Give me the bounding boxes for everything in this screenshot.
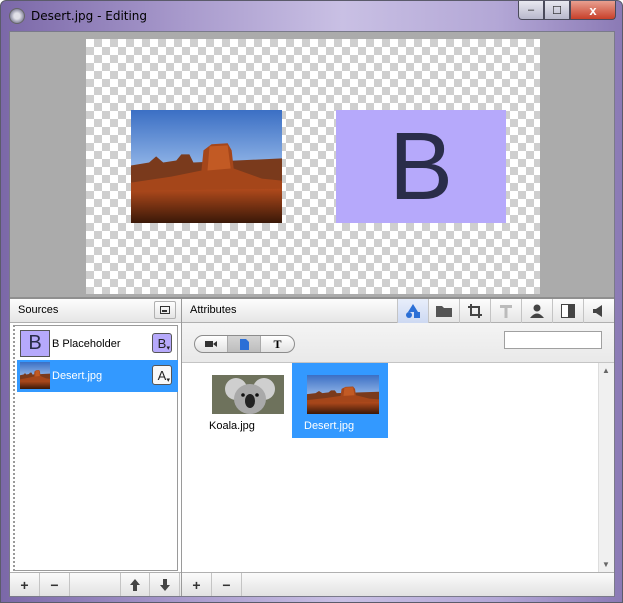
- window-title: Desert.jpg - Editing: [31, 9, 148, 23]
- scroll-up-icon[interactable]: ▲: [602, 366, 610, 375]
- media-tile-desert[interactable]: Desert.jpg: [292, 363, 388, 438]
- person-icon: [530, 304, 544, 318]
- sources-panel: Sources B B Placeholder B ▾ Desert.jpg A ▾…: [10, 299, 182, 596]
- attributes-panel: Attributes T Koala.jpg Desert.jpg ▲ ▼ + …: [182, 299, 614, 596]
- b-placeholder-layer[interactable]: B: [336, 110, 506, 223]
- app-icon[interactable]: [9, 8, 25, 24]
- panel-icon: [561, 304, 575, 318]
- attributes-toolbar: T: [182, 323, 614, 363]
- badge-letter: B: [157, 335, 167, 351]
- crop-icon: [468, 304, 482, 318]
- sources-bottom-bar: + −: [10, 572, 181, 596]
- scroll-down-icon[interactable]: ▼: [602, 560, 610, 569]
- text-icon: [500, 304, 512, 318]
- desert-layer[interactable]: [131, 110, 282, 223]
- source-type-dropdown[interactable]: B ▾: [152, 333, 172, 353]
- preview-canvas[interactable]: B: [86, 39, 540, 294]
- b-placeholder-thumb: B: [20, 330, 50, 357]
- source-item-label: B Placeholder: [52, 338, 121, 350]
- filter-video-button[interactable]: [195, 336, 228, 352]
- move-up-button[interactable]: [120, 573, 150, 596]
- media-tile-label: Koala.jpg: [209, 420, 255, 432]
- shapes-icon: [406, 304, 420, 318]
- tab-audio[interactable]: [583, 299, 614, 323]
- speaker-icon: [593, 305, 602, 317]
- tab-shapes[interactable]: [397, 299, 428, 323]
- move-down-button[interactable]: [150, 573, 180, 596]
- sources-title: Sources: [18, 304, 59, 316]
- koala-thumbnail: [212, 375, 284, 414]
- text-t-icon: T: [273, 336, 282, 351]
- sources-header: Sources: [10, 299, 181, 323]
- document-icon: [239, 338, 249, 350]
- arrow-down-icon: [159, 578, 170, 591]
- desert-thumbnail: [307, 375, 379, 414]
- remove-attribute-button[interactable]: −: [212, 573, 242, 596]
- chevron-down-icon: ▾: [166, 345, 170, 352]
- media-type-filter: T: [194, 335, 295, 353]
- preview-area: B: [10, 32, 614, 297]
- tab-panel[interactable]: [552, 299, 583, 323]
- source-item-label: Desert.jpg: [52, 370, 103, 382]
- tab-crop[interactable]: [459, 299, 490, 323]
- client-area: B Sources B B Placeholder B ▾ Desert.jpg …: [9, 31, 615, 597]
- desert-thumb: [20, 362, 50, 389]
- sources-list[interactable]: B B Placeholder B ▾ Desert.jpg A ▾: [13, 325, 178, 571]
- media-tile-koala[interactable]: Koala.jpg: [197, 363, 293, 438]
- attributes-header: Attributes: [182, 299, 614, 323]
- attributes-search-input[interactable]: [504, 331, 602, 349]
- badge-letter: A: [157, 367, 167, 383]
- app-window: Desert.jpg - Editing – ☐ x B Sources B B…: [0, 0, 623, 603]
- chevron-down-icon: ▾: [166, 377, 170, 384]
- sources-collapse-button[interactable]: [154, 301, 176, 319]
- add-attribute-button[interactable]: +: [182, 573, 212, 596]
- attributes-bottom-bar: + −: [182, 572, 614, 596]
- video-camera-icon: [205, 341, 217, 347]
- arrow-up-icon: [130, 578, 140, 591]
- media-tile-label: Desert.jpg: [304, 420, 355, 432]
- media-grid-scrollbar[interactable]: ▲ ▼: [598, 363, 614, 572]
- filter-text-button[interactable]: T: [261, 336, 294, 352]
- title-bar[interactable]: Desert.jpg - Editing – ☐ x: [1, 1, 622, 31]
- tab-folder[interactable]: [428, 299, 459, 323]
- folder-icon: [436, 306, 452, 317]
- attributes-title: Attributes: [190, 304, 237, 316]
- filter-image-button[interactable]: [228, 336, 261, 352]
- tab-text[interactable]: [490, 299, 521, 323]
- add-source-button[interactable]: +: [10, 573, 40, 596]
- maximize-button[interactable]: ☐: [544, 1, 570, 20]
- window-controls: – ☐ x: [518, 1, 616, 21]
- close-button[interactable]: x: [570, 1, 616, 20]
- source-type-dropdown[interactable]: A ▾: [152, 365, 172, 385]
- source-item-desert[interactable]: Desert.jpg A ▾: [17, 360, 178, 392]
- panel-collapse-icon: [160, 306, 170, 314]
- tab-person[interactable]: [521, 299, 552, 323]
- remove-source-button[interactable]: −: [40, 573, 70, 596]
- media-grid[interactable]: Koala.jpg Desert.jpg: [182, 363, 598, 572]
- minimize-button[interactable]: –: [518, 1, 544, 20]
- attribute-tabs: [397, 299, 614, 323]
- source-item-b-placeholder[interactable]: B B Placeholder B ▾: [17, 328, 178, 360]
